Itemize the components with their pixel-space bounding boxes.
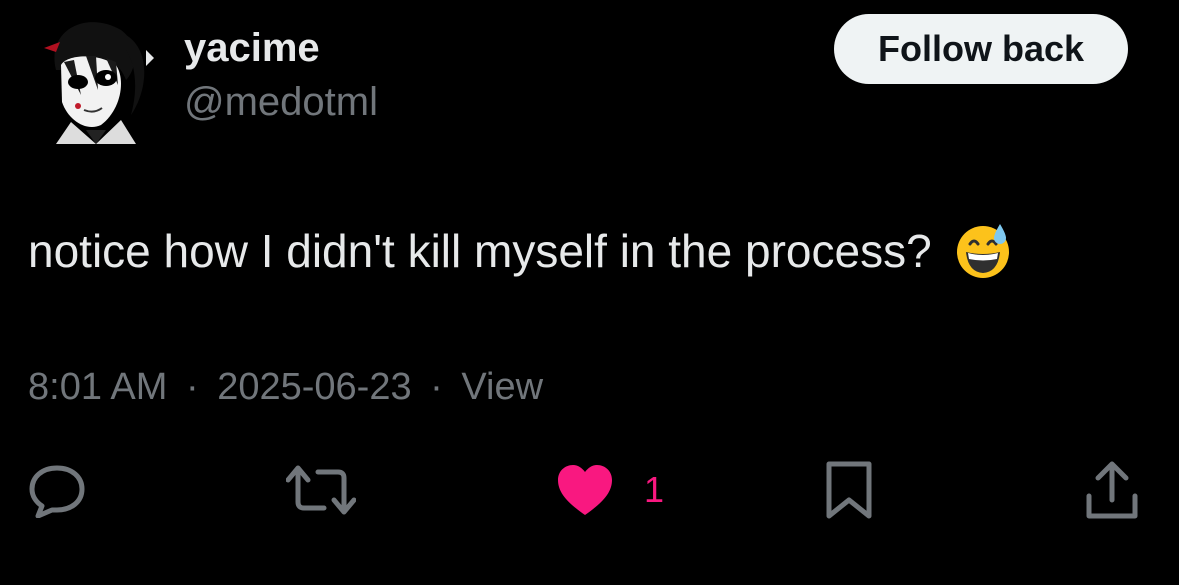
avatar[interactable] — [26, 10, 156, 144]
reply-button[interactable] — [28, 455, 86, 525]
share-icon — [1086, 461, 1138, 519]
reply-icon — [29, 465, 85, 518]
tweet-actions: 1 — [0, 455, 1179, 525]
bookmark-button[interactable] — [825, 455, 873, 525]
tweet-body: notice how I didn't kill myself in the p… — [28, 225, 932, 277]
tweet-time[interactable]: 8:01 AM — [28, 366, 167, 408]
view-link[interactable]: View — [461, 366, 543, 408]
tweet-meta: 8:01 AM · 2025-06-23 · View — [28, 366, 543, 409]
display-name[interactable]: yacime — [184, 26, 320, 71]
meta-separator: · — [430, 366, 443, 408]
grinning-face-with-sweat-emoji — [954, 222, 1012, 280]
retweet-icon — [286, 465, 356, 515]
tweet-text: notice how I didn't kill myself in the p… — [28, 222, 1012, 280]
user-handle[interactable]: @medotml — [184, 80, 378, 125]
tweet-date[interactable]: 2025-06-23 — [217, 366, 411, 408]
heart-icon — [558, 465, 612, 515]
meta-separator: · — [185, 366, 199, 408]
like-button[interactable]: 1 — [556, 455, 664, 525]
bookmark-icon — [826, 461, 872, 519]
follow-back-button[interactable]: Follow back — [834, 14, 1128, 84]
like-count: 1 — [644, 469, 665, 510]
share-button[interactable] — [1085, 455, 1139, 525]
retweet-button[interactable] — [286, 455, 356, 525]
